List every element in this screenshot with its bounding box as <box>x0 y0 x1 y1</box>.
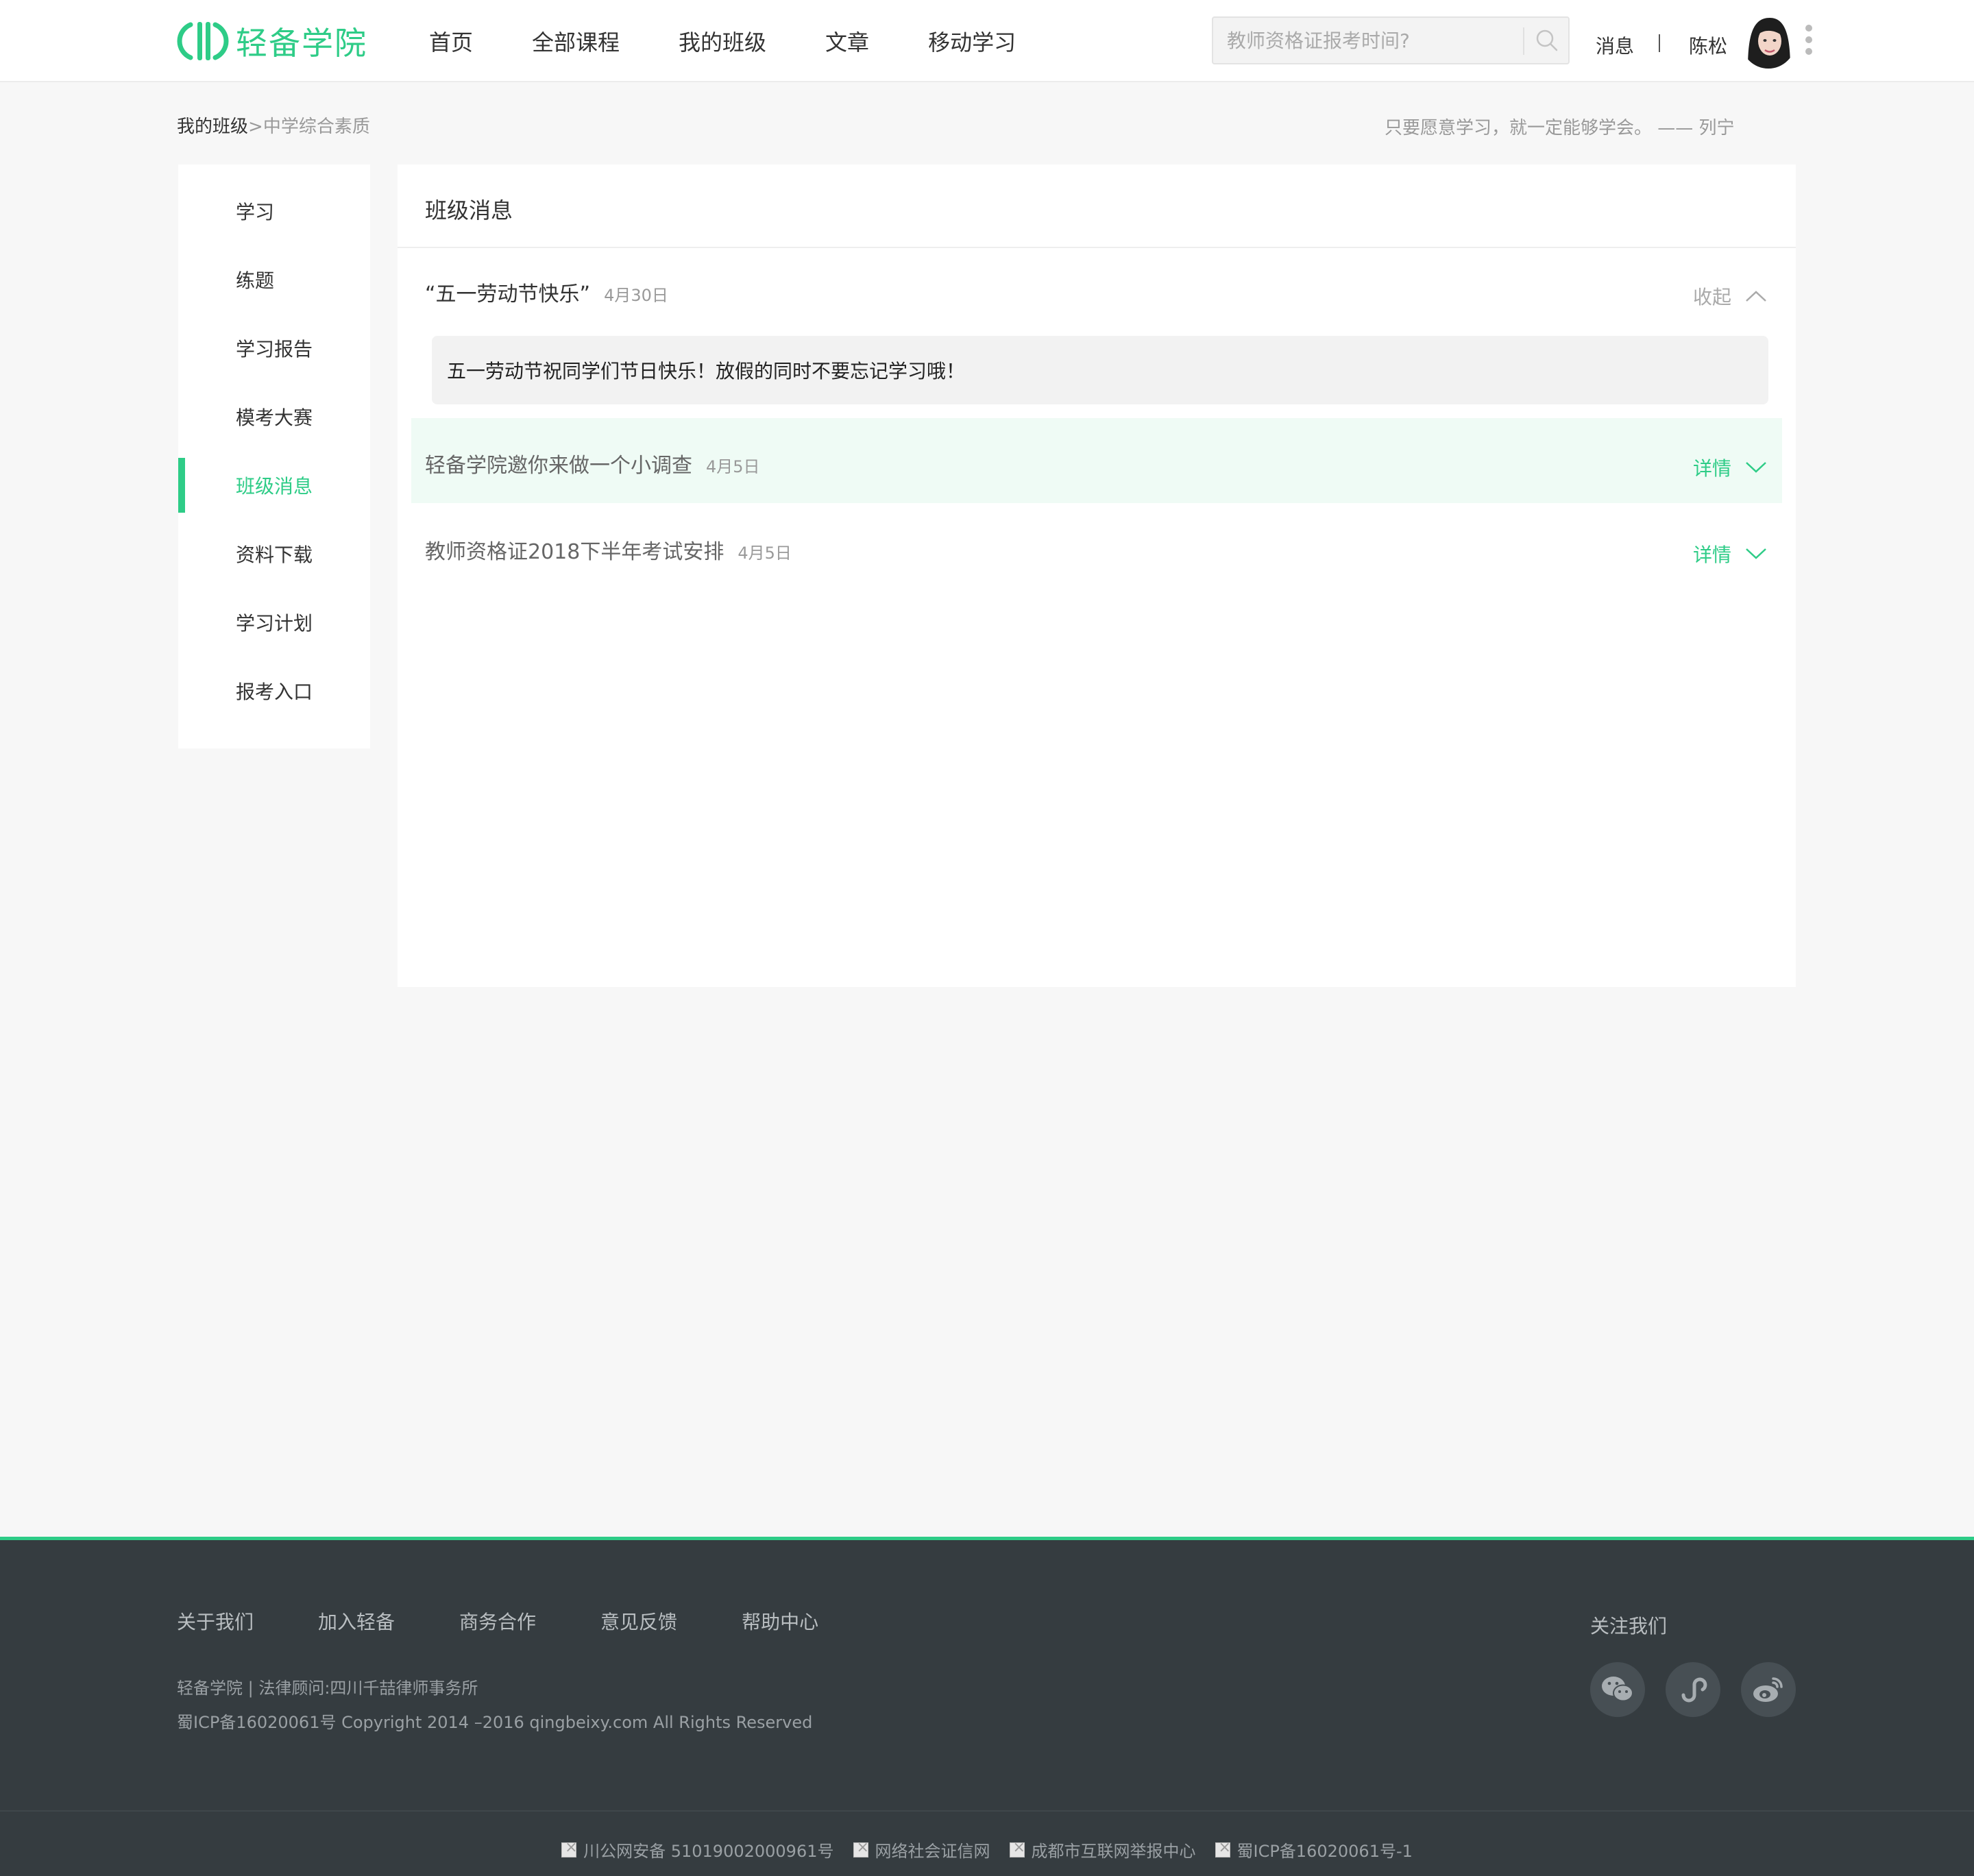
logo-mark-icon <box>177 22 229 60</box>
message-title: 轻备学院邀你来做一个小调查 4月5日 <box>425 448 760 478</box>
avatar-image <box>1741 14 1796 69</box>
cert-label: 蜀ICP备16020061号-1 <box>1236 1842 1413 1861</box>
footer-link-about[interactable]: 关于我们 <box>177 1607 254 1635</box>
footer-link-feedback[interactable]: 意见反馈 <box>600 1607 677 1635</box>
message-row[interactable]: 教师资格证2018下半年考试安排 4月5日 详情 <box>411 504 1782 589</box>
details-toggle[interactable]: 详情 <box>1693 540 1767 568</box>
site-footer: 关于我们 加入轻备 商务合作 意见反馈 帮助中心 轻备学院 | 法律顾问:四川千… <box>0 1537 1974 1876</box>
broken-image-icon <box>1215 1839 1231 1857</box>
search-box <box>1212 16 1570 64</box>
weibo-button[interactable] <box>1741 1662 1796 1717</box>
search-icon <box>1536 29 1558 51</box>
broken-image-icon <box>561 1839 578 1857</box>
miniprogram-icon <box>1681 1677 1707 1703</box>
message-title: “五一劳动节快乐” 4月30日 <box>425 277 668 307</box>
nav-my-class[interactable]: 我的班级 <box>679 25 766 57</box>
details-toggle[interactable]: 详情 <box>1693 454 1767 481</box>
chevron-down-icon <box>1746 548 1766 559</box>
cert-label: 成都市互联网举报中心 <box>1031 1842 1196 1861</box>
message-date: 4月30日 <box>604 286 668 305</box>
broken-image-icon <box>853 1839 869 1857</box>
footer-divider <box>0 1810 1974 1812</box>
sidebar-item-study-plan[interactable]: 学习计划 <box>178 595 370 650</box>
nav-home[interactable]: 首页 <box>429 25 473 57</box>
panel-title: 班级消息 <box>425 197 513 223</box>
nav-articles[interactable]: 文章 <box>825 25 869 57</box>
more-menu-icon[interactable] <box>1803 25 1815 58</box>
sidebar-item-practice[interactable]: 练题 <box>178 252 370 307</box>
cert-label: 网络社会证信网 <box>875 1842 990 1861</box>
logo-text: 轻备学院 <box>236 25 367 62</box>
sidebar-item-downloads[interactable]: 资料下载 <box>178 526 370 581</box>
motto-quote: 只要愿意学习，就一定能够学会。 —— 列宁 <box>1385 118 1735 138</box>
miniprogram-button[interactable] <box>1666 1662 1720 1717</box>
wechat-icon <box>1602 1677 1633 1702</box>
message-title-text: 教师资格证2018下半年考试安排 <box>425 540 724 564</box>
broken-image-icon <box>1009 1839 1025 1857</box>
message-row[interactable]: “五一劳动节快乐” 4月30日 收起 <box>411 248 1782 333</box>
more-dot <box>1805 25 1812 32</box>
sidebar: 学习 练题 学习报告 模考大赛 班级消息 资料下载 学习计划 报考入口 <box>178 165 370 748</box>
class-messages-panel: 班级消息 “五一劳动节快乐” 4月30日 收起 五一劳动节祝同学们节日快乐！放假的… <box>398 165 1796 987</box>
footer-copyright: 蜀ICP备16020061号 Copyright 2014 –2016 qing… <box>177 1713 813 1732</box>
wechat-button[interactable] <box>1590 1662 1645 1717</box>
sidebar-item-mock-exam[interactable]: 模考大赛 <box>178 389 370 444</box>
sidebar-item-study-report[interactable]: 学习报告 <box>178 321 370 376</box>
details-label: 详情 <box>1692 457 1731 480</box>
follow-us-title: 关注我们 <box>1590 1615 1668 1637</box>
chevron-down-icon <box>1746 462 1766 473</box>
breadcrumb-current: 中学综合素质 <box>263 117 370 137</box>
cert-report-center[interactable]: 成都市互联网举报中心 <box>1009 1838 1196 1862</box>
cert-label: 川公网安备 51019002000961号 <box>583 1842 834 1861</box>
header-separator <box>1659 34 1660 52</box>
message-row[interactable]: 轻备学院邀你来做一个小调查 4月5日 详情 <box>411 418 1782 503</box>
messages-link[interactable]: 消息 <box>1596 32 1634 59</box>
collapse-label: 收起 <box>1692 286 1731 308</box>
search-divider <box>1523 27 1524 55</box>
avatar[interactable] <box>1741 14 1796 69</box>
cert-credit-network[interactable]: 网络社会证信网 <box>853 1838 990 1862</box>
search-button[interactable] <box>1526 18 1568 63</box>
collapse-toggle[interactable]: 收起 <box>1693 282 1767 310</box>
site-logo[interactable]: 轻备学院 <box>177 19 367 63</box>
message-title-text: “五一劳动节快乐” <box>425 282 591 306</box>
breadcrumb-my-class[interactable]: 我的班级 <box>177 117 248 137</box>
footer-link-help[interactable]: 帮助中心 <box>742 1607 818 1635</box>
details-label: 详情 <box>1692 544 1731 566</box>
breadcrumb: 我的班级>中学综合素质 <box>177 112 370 138</box>
weibo-icon <box>1753 1677 1783 1702</box>
more-dot <box>1805 36 1812 43</box>
message-date: 4月5日 <box>706 457 760 476</box>
sidebar-item-registration[interactable]: 报考入口 <box>178 663 370 718</box>
footer-link-business[interactable]: 商务合作 <box>459 1607 536 1635</box>
message-body: 五一劳动节祝同学们节日快乐！放假的同时不要忘记学习哦！ <box>432 336 1768 404</box>
message-date: 4月5日 <box>738 544 792 563</box>
nav-all-courses[interactable]: 全部课程 <box>532 25 620 57</box>
sidebar-item-class-messages[interactable]: 班级消息 <box>178 458 370 513</box>
top-header: 轻备学院 首页 全部课程 我的班级 文章 移动学习 消息 陈松 <box>0 0 1974 82</box>
message-title-text: 轻备学院邀你来做一个小调查 <box>425 454 692 478</box>
username-link[interactable]: 陈松 <box>1689 32 1727 59</box>
main-nav: 首页 全部课程 我的班级 文章 移动学习 <box>429 0 1075 82</box>
chevron-up-icon <box>1746 291 1766 302</box>
search-input[interactable] <box>1213 18 1522 63</box>
breadcrumb-separator: > <box>248 117 263 137</box>
message-title: 教师资格证2018下半年考试安排 4月5日 <box>425 535 792 565</box>
cert-public-security[interactable]: 川公网安备 51019002000961号 <box>561 1838 834 1862</box>
nav-mobile-learning[interactable]: 移动学习 <box>928 25 1016 57</box>
footer-certifications: 川公网安备 51019002000961号 网络社会证信网 成都市互联网举报中心… <box>0 1838 1974 1862</box>
sidebar-item-study[interactable]: 学习 <box>178 184 370 239</box>
footer-links: 关于我们 加入轻备 商务合作 意见反馈 帮助中心 <box>177 1607 883 1635</box>
footer-link-join[interactable]: 加入轻备 <box>318 1607 395 1635</box>
footer-legal-info: 轻备学院 | 法律顾问:四川千喆律师事务所 <box>177 1679 478 1698</box>
cert-icp[interactable]: 蜀ICP备16020061号-1 <box>1215 1838 1413 1862</box>
more-dot <box>1805 48 1812 55</box>
